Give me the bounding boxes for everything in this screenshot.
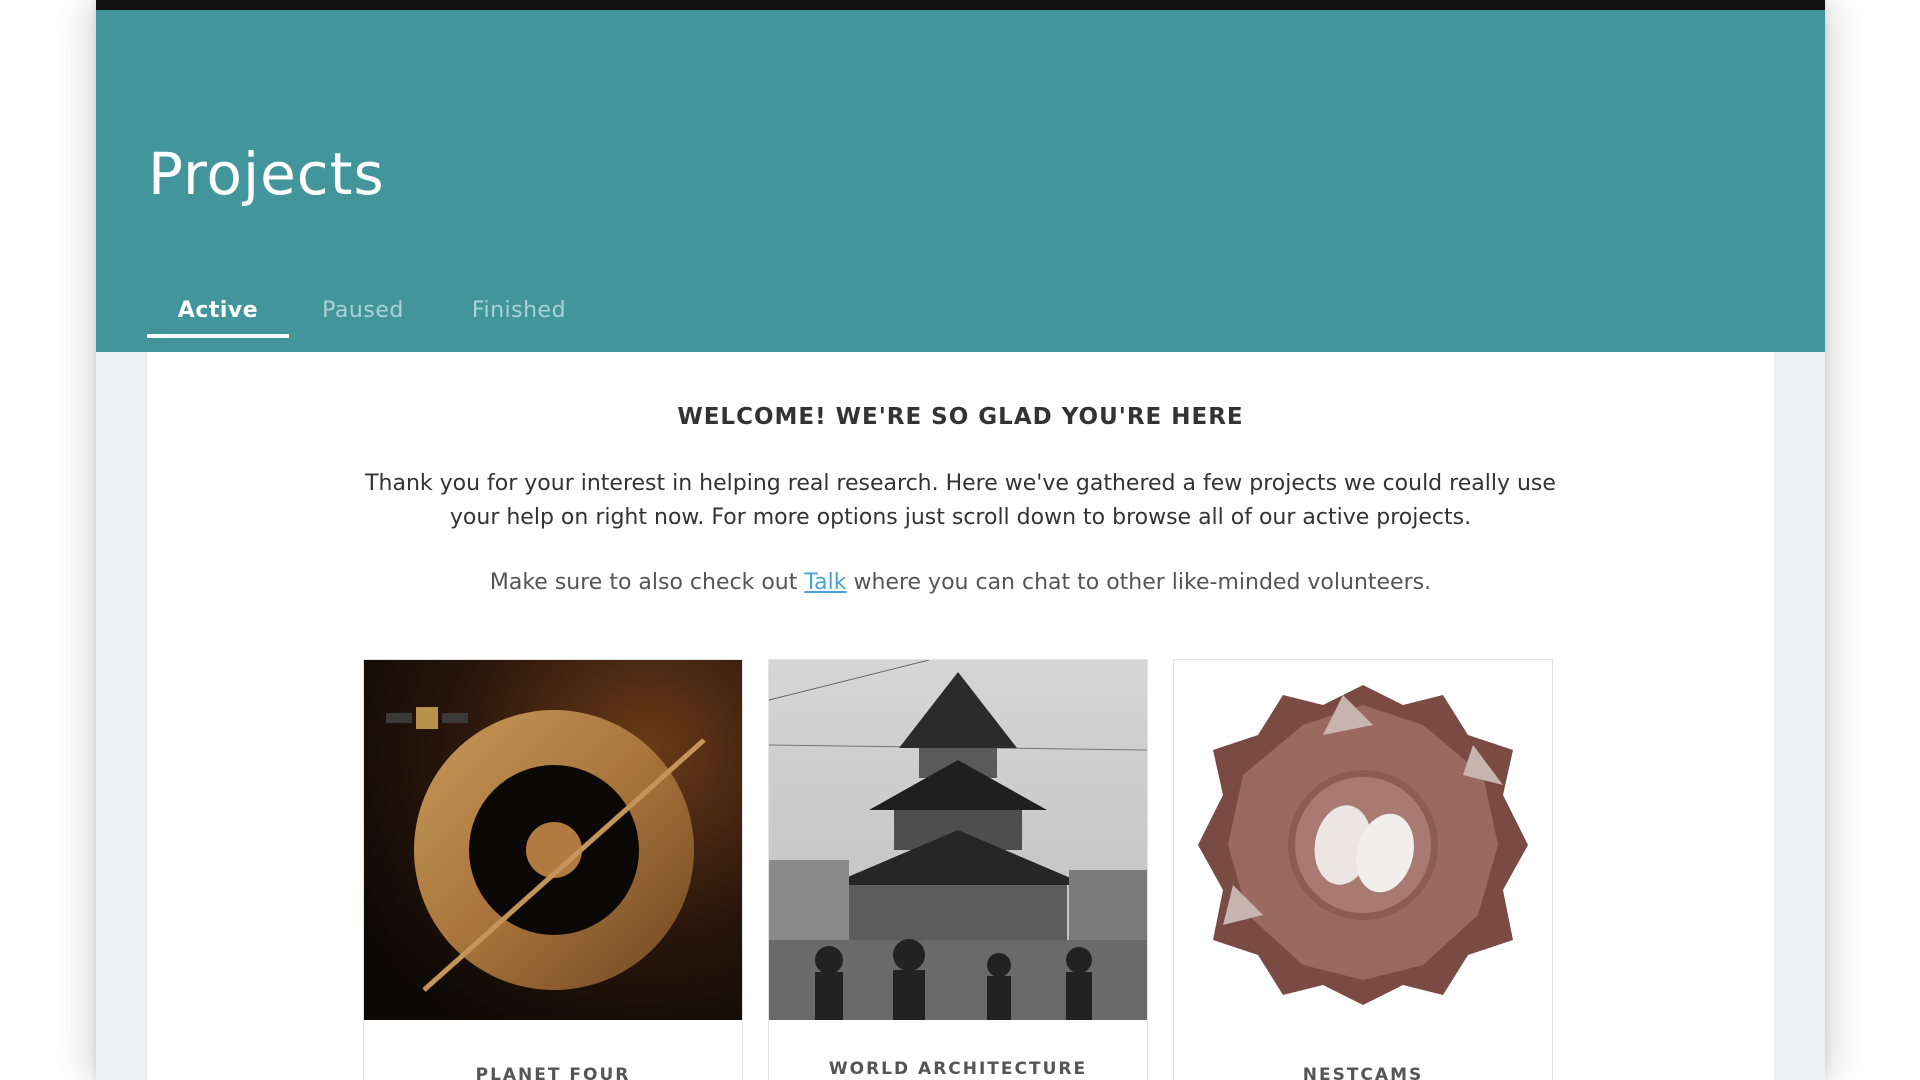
talk-link[interactable]: Talk — [804, 570, 846, 595]
nest-eggs-icon — [1174, 660, 1552, 1020]
tab-paused[interactable]: Paused — [289, 278, 437, 338]
project-title: WORLD ARCHITECTURE — [828, 1059, 1088, 1079]
top-bar — [96, 0, 1825, 10]
project-card-nestcams[interactable]: NESTCAMS — [1173, 659, 1553, 1080]
intro-line-2: your help on right now. For more options… — [449, 505, 1472, 530]
project-tabs: Active Paused Finished — [147, 278, 601, 338]
intro-text: Thank you for your interest in helping r… — [147, 467, 1774, 535]
tab-finished[interactable]: Finished — [437, 278, 601, 338]
browser-window: Projects Active Paused Finished WELCOME!… — [96, 0, 1825, 1080]
pagoda-photo — [769, 660, 1147, 1020]
project-title: NESTCAMS — [1302, 1065, 1424, 1080]
content-panel: WELCOME! WE'RE SO GLAD YOU'RE HERE Thank… — [147, 352, 1774, 1080]
welcome-heading: WELCOME! WE'RE SO GLAD YOU'RE HERE — [677, 404, 1244, 430]
intro-line-1: Thank you for your interest in helping r… — [365, 471, 1556, 496]
page-title: Projects — [148, 140, 385, 208]
projects-hero: Projects Active Paused Finished — [96, 10, 1825, 352]
mars-ring-icon — [364, 660, 742, 1020]
project-card-world-architecture[interactable]: WORLD ARCHITECTURE — [768, 659, 1148, 1080]
tab-active[interactable]: Active — [147, 278, 289, 338]
project-card-planet-four[interactable]: PLANET FOUR — [363, 659, 743, 1080]
talk-line: Make sure to also check out Talk where y… — [147, 570, 1774, 595]
project-title: PLANET FOUR — [475, 1065, 631, 1080]
talk-suffix: where you can chat to other like-minded … — [846, 570, 1432, 595]
talk-prefix: Make sure to also check out — [489, 570, 805, 595]
